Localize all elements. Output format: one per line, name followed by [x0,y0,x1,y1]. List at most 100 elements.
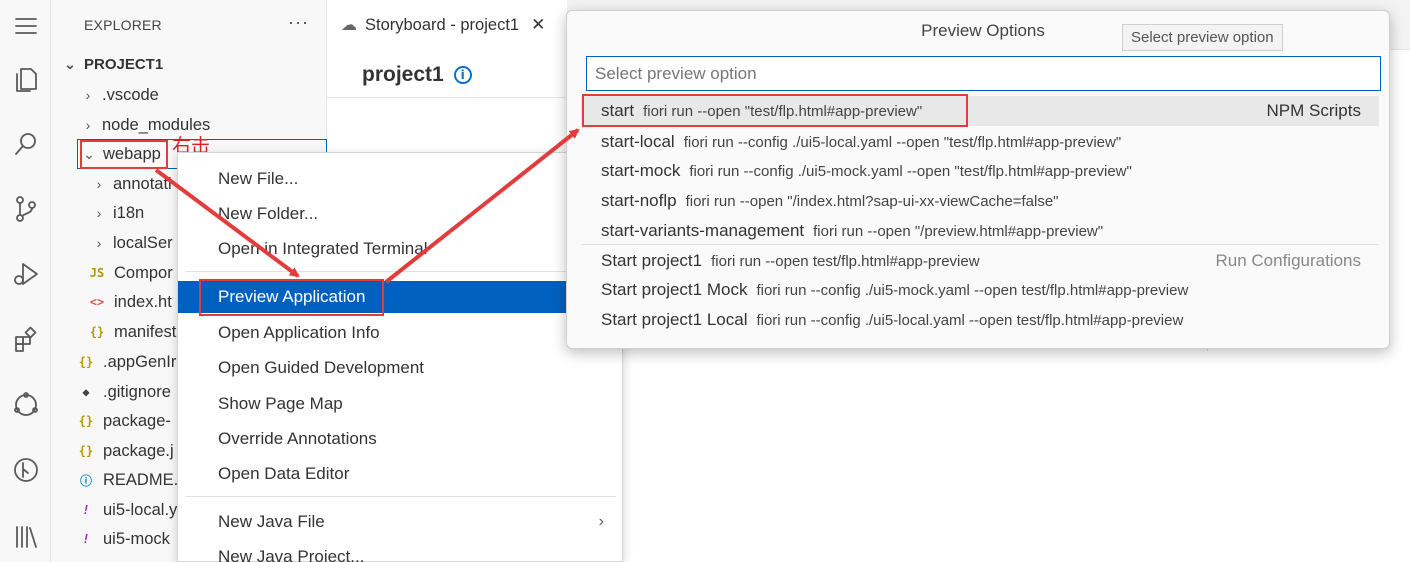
item-label: Start project1 [601,251,703,270]
info-icon[interactable]: i [453,66,472,84]
quick-pick-item-start-variants-management[interactable]: start-variants-management fiori run --op… [581,216,1379,246]
tab-label: Storyboard - project1 [365,15,520,34]
tree-root-label: PROJECT1 [84,55,164,73]
menu-item-new-file[interactable]: New File... [178,163,624,195]
tree-item-gitignore[interactable]: ◆ .gitignore [77,377,171,407]
tree-item-localservice[interactable]: › localSer [91,228,173,258]
menu-item-label: Override Annotations [218,429,377,448]
menu-item-new-folder[interactable]: New Folder... [178,198,624,230]
chevron-down-icon: ⌄ [64,55,76,72]
menu-separator [186,271,616,272]
item-description: fiori run --config ./ui5-mock.yaml --ope… [689,162,1132,180]
files-icon[interactable] [0,58,51,102]
group-label: Run Configurations [1215,251,1361,270]
chevron-right-icon: › [85,87,91,103]
quick-pick-item-start-mock[interactable]: start-mock fiori run --config ./ui5-mock… [581,156,1379,186]
menu-separator [186,496,616,497]
explorer-title: EXPLORER [84,17,162,33]
tree-item-package-json[interactable]: {} package.j [77,436,174,466]
search-input[interactable] [586,56,1381,91]
menu-item-override-annotations[interactable]: Override Annotations [178,423,624,455]
close-icon[interactable]: ✕ [531,15,545,35]
menu-item-label: New Java Project... [218,547,365,562]
quick-pick-item-start-project1-local[interactable]: Start project1 Local fiori run --config … [581,305,1379,335]
chevron-right-icon: › [96,235,102,251]
activity-bar [0,0,51,562]
more-actions-icon[interactable]: ··· [288,12,309,33]
menu-item-label: Open Guided Development [218,358,425,377]
item-description: fiori run --config ./ui5-local.yaml --op… [756,311,1184,329]
tooltip: Select preview option [1122,24,1283,51]
menu-item-open-guided-development[interactable]: Open Guided Development [178,352,624,384]
extensions-icon[interactable] [0,318,51,362]
menu-icon[interactable] [0,4,51,48]
json-icon: {} [78,444,94,458]
tree-item-ui5-mock[interactable]: ! ui5-mock [77,524,170,554]
item-label: start-variants-management [601,221,805,240]
quick-pick-item-start-project1-mock[interactable]: Start project1 Mock fiori run --config .… [581,275,1379,305]
menu-item-new-java-project[interactable]: New Java Project... [178,541,624,562]
tree-item-label: i18n [113,203,145,222]
quick-pick-separator [581,244,1379,245]
json-icon: {} [78,414,94,428]
item-label: start-local [601,132,675,151]
menu-item-label: Open Data Editor [218,464,350,483]
menu-item-label: Open in Integrated Terminal [218,239,428,258]
tree-item-annotations[interactable]: › annotati [91,169,172,199]
chevron-right-icon: › [96,176,102,192]
git-icon: ◆ [82,385,90,399]
webapp-highlight-box [80,140,168,169]
page-title: project1 i [362,63,472,87]
service-center-icon[interactable] [0,383,51,427]
preview-highlight-box [199,279,384,316]
tree-item-label: README. [103,470,179,489]
library-icon[interactable] [0,514,51,558]
tree-item-component[interactable]: JS Compor [88,258,173,288]
tree-item-label: localSer [113,233,173,252]
chevron-right-icon: › [96,205,102,221]
tree-item-readme[interactable]: ⓘ README. [77,465,178,495]
menu-item-show-page-map[interactable]: Show Page Map [178,388,624,420]
quick-pick-item-start-noflp[interactable]: start-noflp fiori run --open "/index.htm… [581,186,1379,216]
tree-item-vscode[interactable]: › .vscode [80,80,159,110]
menu-item-label: Open Application Info [218,323,380,342]
menu-item-new-java-file[interactable]: New Java File › [178,506,624,538]
item-label: Start project1 Mock [601,280,748,299]
info-icon: ⓘ [79,473,92,488]
json-icon: {} [89,325,105,339]
tree-item-package-lock[interactable]: {} package- [77,406,171,436]
item-description: fiori run --open test/flp.html#app-previ… [711,252,980,270]
menu-item-open-data-editor[interactable]: Open Data Editor [178,458,624,490]
tree-root[interactable]: ⌄ PROJECT1 [62,49,163,79]
tab-storyboard[interactable]: ☁ Storyboard - project1 ✕ [327,0,567,50]
menu-item-label: New Folder... [218,204,319,223]
tree-item-i18n[interactable]: › i18n [91,198,145,228]
quick-pick-item-start-project1[interactable]: Start project1 fiori run --open test/flp… [581,246,1379,276]
tree-item-label: package.j [103,441,174,460]
project-title: project1 [362,63,444,86]
tree-item-label: .vscode [102,85,159,104]
item-label: Start project1 Local [601,310,748,329]
run-debug-icon[interactable] [0,252,51,296]
tree-item-manifest[interactable]: {} manifest [88,317,177,347]
item-description: fiori run --config ./ui5-mock.yaml --ope… [756,281,1189,299]
tree-item-ui5-local[interactable]: ! ui5-local.y [77,495,177,525]
search-icon[interactable] [0,122,51,166]
git-graph-icon[interactable] [0,448,51,492]
javascript-icon: JS [89,266,105,280]
tree-item-index-html[interactable]: <> index.ht [88,287,172,317]
tree-item-label: annotati [113,174,172,193]
quick-pick: Preview Options Select preview option st… [566,10,1390,349]
html-icon: <> [89,295,105,309]
item-label: start-noflp [601,191,677,210]
menu-item-open-application-info[interactable]: Open Application Info [178,317,624,349]
source-control-icon[interactable] [0,187,51,231]
menu-item-label: New File... [218,169,299,188]
tree-item-label: ui5-mock [103,529,170,548]
quick-pick-item-start-local[interactable]: start-local fiori run --config ./ui5-loc… [581,127,1379,157]
group-label: NPM Scripts [1266,101,1361,120]
tree-item-appgeninfo[interactable]: {} .appGenIr [77,347,177,377]
menu-item-open-terminal[interactable]: Open in Integrated Terminal [178,233,624,265]
item-label: start-mock [601,161,681,180]
tree-item-label: ui5-local.y [103,500,178,519]
